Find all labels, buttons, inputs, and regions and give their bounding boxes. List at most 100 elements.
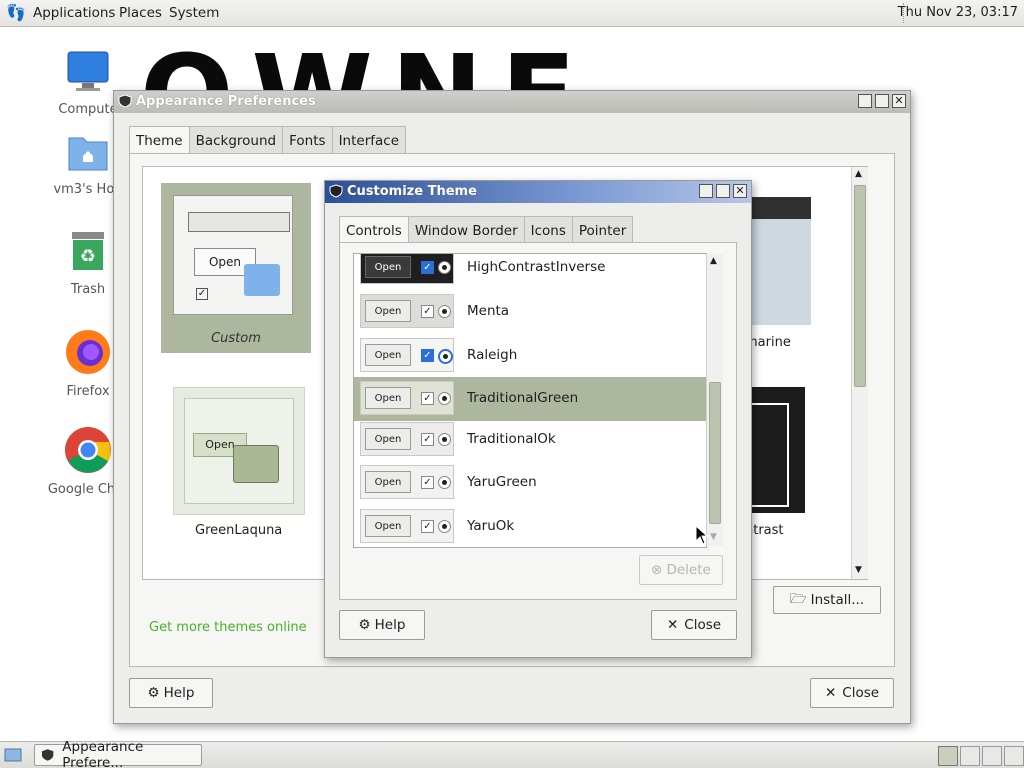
theme-preview: Open ✓ <box>360 422 454 456</box>
theme-name: GreenLaquna <box>195 523 283 538</box>
list-item[interactable]: Open ✓ YaruGreen <box>354 461 706 505</box>
list-item[interactable]: Open ✓ YaruOk <box>354 505 706 547</box>
help-icon: ⚙ <box>147 685 160 701</box>
close-icon: ✕ <box>824 685 837 701</box>
theme-preview: Open <box>184 398 294 504</box>
scrollbar-thumb[interactable] <box>709 382 721 524</box>
close-button[interactable]: ✕ Close <box>651 610 737 640</box>
scroll-up-icon[interactable]: ▲ <box>855 169 862 179</box>
preview-checkbox: ✓ <box>421 261 434 274</box>
window-title: Appearance Preferences <box>136 94 316 109</box>
svg-text:♻: ♻ <box>80 246 96 267</box>
close-label: Close <box>684 617 722 633</box>
clock[interactable]: Thu Nov 23, 03:17 <box>898 5 1018 20</box>
preview-checkbox: ✓ <box>421 349 434 362</box>
preview-titlebar <box>188 212 290 232</box>
gnome-foot-icon[interactable]: 👣 <box>6 3 26 22</box>
computer-icon <box>67 51 109 91</box>
close-button[interactable]: ✕ Close <box>810 678 894 708</box>
tab-controls[interactable]: Controls <box>339 216 409 245</box>
workspace-3[interactable] <box>982 746 1002 766</box>
preview-radio <box>438 349 453 364</box>
preview-open-button: Open <box>365 471 411 493</box>
preview-radio <box>438 476 451 489</box>
theme-name: Menta <box>467 303 510 319</box>
delete-button[interactable]: ⊗ Delete <box>639 555 723 585</box>
tab-theme[interactable]: Theme <box>129 126 190 155</box>
preview-open-button: Open <box>365 428 411 450</box>
folder-open-icon: 🗁 <box>789 590 807 607</box>
list-item[interactable]: Open ✓ HighContrastInverse <box>354 254 706 290</box>
folder-icon <box>244 264 280 296</box>
theme-name: YaruOk <box>467 518 515 534</box>
workspace-2[interactable] <box>960 746 980 766</box>
maximize-button[interactable] <box>716 184 730 198</box>
theme-preview: Open ✓ <box>360 254 454 284</box>
theme-preview: Open ✓ <box>360 465 454 499</box>
folder-icon <box>233 445 279 483</box>
trash-icon: ♻ <box>72 232 104 270</box>
get-more-themes-link[interactable]: Get more themes online <box>149 620 307 635</box>
workspace-4[interactable] <box>1004 746 1024 766</box>
appearance-titlebar[interactable]: Appearance Preferences ✕ <box>114 91 910 113</box>
theme-card-custom[interactable]: Open ✓ Custom <box>161 183 311 353</box>
delete-icon: ⊗ <box>651 562 663 578</box>
help-label: Help <box>163 685 195 701</box>
theme-preview: Open ✓ <box>360 381 454 415</box>
tab-interface[interactable]: Interface <box>331 126 407 155</box>
install-button[interactable]: 🗁 Install... <box>773 586 881 614</box>
appearance-tabs: Theme Background Fonts Interface <box>129 126 407 155</box>
help-button[interactable]: ⚙ Help <box>339 610 425 640</box>
shield-icon <box>41 749 54 761</box>
list-item[interactable]: Open ✓ TraditionalOk <box>354 418 706 462</box>
tab-icons[interactable]: Icons <box>523 216 573 245</box>
tab-fonts[interactable]: Fonts <box>282 126 333 155</box>
list-item[interactable]: Open ✓ Raleigh <box>354 334 706 378</box>
minimize-button[interactable] <box>699 184 713 198</box>
theme-card-greenlaquna[interactable]: Open <box>173 387 305 515</box>
theme-list-scrollbar[interactable]: ▲ ▼ <box>706 254 723 546</box>
mouse-pointer-icon <box>695 525 709 545</box>
scroll-down-icon[interactable]: ▼ <box>855 565 862 575</box>
tab-pointer[interactable]: Pointer <box>571 216 634 245</box>
theme-name: TraditionalGreen <box>467 390 579 406</box>
maximize-button[interactable] <box>875 94 889 108</box>
list-item-selected[interactable]: Open ✓ TraditionalGreen <box>354 377 706 421</box>
close-window-button[interactable]: ✕ <box>733 184 747 198</box>
preview-open-button: Open <box>365 256 411 278</box>
scroll-down-icon[interactable]: ▼ <box>710 532 717 542</box>
theme-gallery-scrollbar[interactable]: ▲ ▼ <box>851 167 868 579</box>
controls-theme-list: Open ✓ HighContrastInverse Open ✓ Menta … <box>353 253 707 548</box>
tab-window-border[interactable]: Window Border <box>407 216 525 245</box>
theme-name: TraditionalOk <box>467 431 556 447</box>
home-folder-icon <box>68 137 108 171</box>
theme-name: YaruGreen <box>467 474 537 490</box>
show-desktop-icon[interactable] <box>4 747 22 763</box>
bottom-panel: Appearance Prefere... <box>0 739 1024 771</box>
taskbar-button-appearance[interactable]: Appearance Prefere... <box>34 739 202 771</box>
theme-name: Custom <box>211 331 261 346</box>
close-window-button[interactable]: ✕ <box>892 94 906 108</box>
system-menu[interactable]: System <box>169 5 219 21</box>
theme-name: Raleigh <box>467 347 518 363</box>
help-button[interactable]: ⚙ Help <box>129 678 213 708</box>
theme-preview: Open ✓ <box>360 294 454 328</box>
delete-label: Delete <box>666 562 711 578</box>
list-item[interactable]: Open ✓ Menta <box>354 290 706 334</box>
theme-preview: Open ✓ <box>360 509 454 543</box>
places-menu[interactable]: Places <box>119 5 162 21</box>
scroll-up-icon[interactable]: ▲ <box>710 256 717 266</box>
scrollbar-thumb[interactable] <box>854 185 866 387</box>
shield-icon <box>118 94 132 108</box>
tab-background[interactable]: Background <box>188 126 284 155</box>
customize-titlebar[interactable]: Customize Theme ✕ <box>325 181 751 203</box>
theme-name: HighContrastInverse <box>467 259 606 275</box>
applications-menu[interactable]: Applications <box>33 5 115 21</box>
workspace-switcher[interactable] <box>938 746 958 766</box>
theme-preview: Open ✓ <box>173 195 293 315</box>
install-label: Install... <box>810 592 865 608</box>
minimize-button[interactable] <box>858 94 872 108</box>
preview-checkbox: ✓ <box>421 433 434 446</box>
top-panel: 👣 Applications Places System Thu Nov 23,… <box>0 0 1024 27</box>
preview-radio <box>438 305 451 318</box>
